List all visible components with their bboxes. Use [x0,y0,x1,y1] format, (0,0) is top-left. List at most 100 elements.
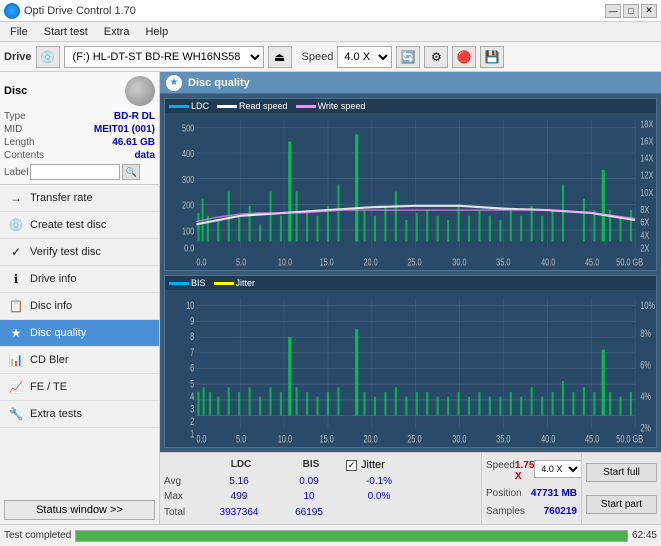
disc-icon [125,76,155,106]
sidebar-item-label: Extra tests [30,408,82,420]
total-ldc: 3937364 [204,507,274,518]
drive-select[interactable]: (F:) HL-DT-ST BD-RE WH16NS58 TST4 [64,46,264,68]
content-title: Disc quality [188,77,250,89]
samples-val: 760219 [544,506,577,517]
disc-header-label: Disc [4,85,27,97]
position-label: Position [486,488,522,499]
total-bis: 66195 [274,507,344,518]
legend-read-speed: Read speed [217,101,288,111]
svg-text:50.0 GB: 50.0 GB [616,257,643,268]
app-logo [4,3,20,19]
title-bar-left: Opti Drive Control 1.70 [4,3,136,19]
svg-text:45.0: 45.0 [585,433,599,445]
disc-length-row: Length 46.61 GB [4,136,155,149]
sidebar-item-create-test-disc[interactable]: 💿 Create test disc [0,212,159,239]
disc-contents-val: data [134,150,155,161]
sidebar-item-cd-bler[interactable]: 📊 CD Bler [0,347,159,374]
status-bar: Test completed 62:45 [0,524,661,546]
disc-info-icon: 📋 [8,298,24,314]
svg-text:20.0: 20.0 [363,257,377,268]
create-test-disc-icon: 💿 [8,217,24,233]
sidebar-item-label: Create test disc [30,219,106,231]
total-row: Total 3937364 66195 [164,507,477,518]
svg-text:10.0: 10.0 [278,433,292,445]
svg-text:10.0: 10.0 [278,257,292,268]
disc-label-btn[interactable]: 🔍 [122,164,140,180]
svg-text:40.0: 40.0 [541,433,555,445]
speed-select[interactable]: 4.0 X [337,46,392,68]
read-speed-label: Read speed [239,101,288,111]
svg-text:15.0: 15.0 [320,257,334,268]
sidebar-item-fe-te[interactable]: 📈 FE / TE [0,374,159,401]
toolbar: Drive 💿 (F:) HL-DT-ST BD-RE WH16NS58 TST… [0,42,661,72]
color-btn[interactable]: 🔴 [452,46,476,68]
menu-start-test[interactable]: Start test [38,25,94,39]
cd-bler-icon: 📊 [8,352,24,368]
svg-text:500: 500 [182,122,194,133]
svg-text:14X: 14X [640,152,653,163]
total-label: Total [164,507,204,518]
svg-text:100: 100 [182,225,194,236]
menu-file[interactable]: File [4,25,34,39]
refresh-btn[interactable]: 🔄 [396,46,420,68]
sidebar-item-extra-tests[interactable]: 🔧 Extra tests [0,401,159,428]
avg-bis: 0.09 [274,476,344,487]
max-bis: 10 [274,491,344,502]
legend-write-speed: Write speed [296,101,366,111]
disc-panel: Disc Type BD-R DL MID MEIT01 (001) Lengt… [0,72,159,185]
svg-text:0.0: 0.0 [196,257,206,268]
sidebar-item-label: Disc quality [30,327,86,339]
window-controls: — □ ✕ [605,4,657,18]
svg-text:200: 200 [182,199,194,210]
sidebar-item-transfer-rate[interactable]: → Transfer rate [0,185,159,212]
disc-mid-row: MID MEIT01 (001) [4,123,155,136]
chart-top-legend: LDC Read speed Write speed [165,99,656,113]
svg-text:2: 2 [190,416,194,428]
disc-mid-key: MID [4,124,22,135]
menu-help[interactable]: Help [139,25,174,39]
status-window-btn[interactable]: Status window >> [4,500,155,520]
svg-text:45.0: 45.0 [585,257,599,268]
start-part-button[interactable]: Start part [586,495,657,514]
drive-label: Drive [4,51,32,63]
menu-bar: File Start test Extra Help [0,22,661,42]
svg-text:10%: 10% [640,299,655,311]
svg-text:5: 5 [190,378,194,390]
save-btn[interactable]: 💾 [480,46,504,68]
chart-bottom-area: 10 9 8 7 6 5 4 3 2 1 10% 8% 6% [165,290,656,447]
extra-tests-icon: 🔧 [8,406,24,422]
max-jitter: 0.0% [344,491,414,502]
settings-btn[interactable]: ⚙ [424,46,448,68]
close-button[interactable]: ✕ [641,4,657,18]
svg-text:4: 4 [190,390,194,402]
sidebar-item-drive-info[interactable]: ℹ Drive info [0,266,159,293]
svg-text:30.0: 30.0 [452,257,466,268]
read-speed-color [217,105,237,108]
speed-info-select[interactable]: 4.0 X [534,460,582,478]
disc-quality-header-icon: ★ [166,75,182,91]
jitter-color [214,282,234,285]
svg-text:20.0: 20.0 [363,433,377,445]
jitter-checkbox[interactable]: ✓ [346,460,357,471]
svg-text:25.0: 25.0 [407,257,421,268]
maximize-button[interactable]: □ [623,4,639,18]
eject-btn[interactable]: ⏏ [268,46,292,68]
progress-bar [75,530,628,542]
svg-text:5.0: 5.0 [236,257,246,268]
drive-icon-btn[interactable]: 💿 [36,46,60,68]
disc-contents-key: Contents [4,150,44,161]
fe-te-icon: 📈 [8,379,24,395]
minimize-button[interactable]: — [605,4,621,18]
start-full-button[interactable]: Start full [586,463,657,482]
disc-label-input[interactable] [30,164,120,180]
svg-text:6: 6 [190,362,194,374]
sidebar-item-disc-quality[interactable]: ★ Disc quality [0,320,159,347]
position-val: 47731 MB [531,488,577,499]
disc-type-key: Type [4,111,26,122]
sidebar-item-verify-test-disc[interactable]: ✓ Verify test disc [0,239,159,266]
menu-extra[interactable]: Extra [98,25,136,39]
chart-top-svg: 500 400 300 200 100 0.0 18X 16X 14X 12X … [165,113,656,270]
svg-text:15.0: 15.0 [320,433,334,445]
sidebar-item-disc-info[interactable]: 📋 Disc info [0,293,159,320]
disc-quality-icon: ★ [8,325,24,341]
